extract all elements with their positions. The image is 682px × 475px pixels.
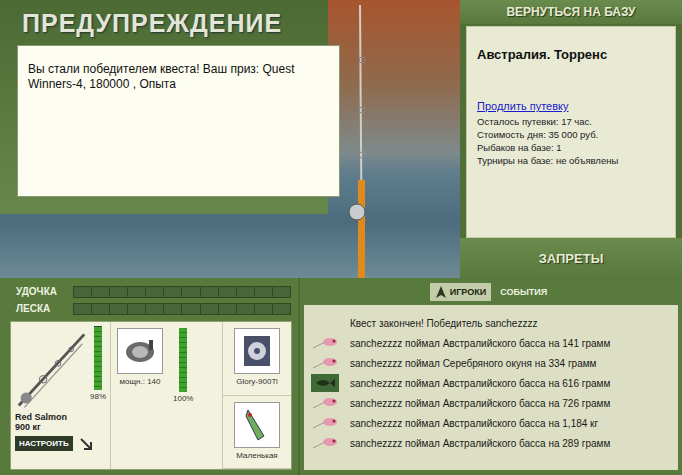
gauge-segment (92, 287, 109, 297)
lure-icon (311, 336, 339, 350)
lure-icon (238, 406, 276, 444)
gauge-segment (146, 287, 163, 297)
lure-icon (311, 436, 339, 450)
event-row: sanchezzzz поймал Австралийского басса н… (310, 433, 672, 453)
line-name: Glory-900Ti (236, 377, 278, 386)
reel-icon (121, 332, 159, 370)
rod-load: 900 кг (15, 422, 106, 432)
gauge-segment (74, 287, 91, 297)
tackle-area: 98% Red Salmon900 кг НАСТРОИТЬ мощн.: 140 10… (10, 321, 292, 470)
rod-icon (15, 326, 88, 412)
gauge-segment (164, 304, 181, 314)
reel-thumb[interactable] (117, 328, 163, 374)
gauge-segment (201, 304, 218, 314)
base-info-line: Стоимость дня: 35 000 руб. (477, 128, 665, 141)
gauge-segment (146, 304, 163, 314)
gauge-segment (201, 287, 218, 297)
gauge-bar (73, 286, 291, 298)
lure-icon (311, 416, 339, 430)
event-row: sanchezzzz поймал Австралийского басса н… (310, 393, 672, 413)
rod-name: Red Salmon (15, 412, 106, 422)
gauge-segment (182, 304, 199, 314)
bans-button[interactable]: ЗАПРЕТЫ (460, 238, 682, 278)
event-text: sanchezzzz поймал Австралийского басса н… (350, 418, 598, 429)
rod-level-bar (94, 326, 102, 390)
warning-panel: ПРЕДУПРЕЖДЕНИЕ Вы стали победителем квест… (0, 0, 328, 214)
log-tab[interactable]: СОБЫТИЯ (495, 285, 552, 299)
gauge-segment (128, 304, 145, 314)
lure-icon (311, 396, 339, 410)
return-to-base-button[interactable]: ВЕРНУТЬСЯ НА БАЗУ (460, 0, 682, 24)
game-screen: ПРЕДУПРЕЖДЕНИЕ Вы стали победителем квест… (0, 0, 682, 475)
extend-link[interactable]: Продлить путевку (477, 100, 665, 112)
line-spool-icon (238, 332, 276, 370)
log-panel: ИГРОКИ СОБЫТИЯ Квест закончен! Победитель … (300, 278, 682, 475)
gauge-segment (219, 304, 236, 314)
log-tab[interactable]: ИГРОКИ (430, 283, 491, 301)
selected-arrow-icon (435, 285, 447, 299)
gauge-segment (110, 304, 127, 314)
reel-power: мощн.: 140 (120, 377, 161, 386)
base-info-line: Рыбаков на базе: 1 (477, 141, 665, 154)
base-info: Австралия. Торренс Продлить путевку Остало… (466, 26, 676, 238)
event-row: sanchezzzz поймал Австралийского басса н… (310, 413, 672, 433)
gear-panel: УДОЧКА ЛЕСКА 98% Red Salmon900 кг НАСТРОИТЬ м… (0, 278, 298, 475)
lure-slot: Маленькая (223, 396, 291, 470)
gauge-segment (219, 287, 236, 297)
gauge-segment (110, 287, 127, 297)
base-location: Австралия. Торренс (477, 47, 665, 62)
gauge-segment (273, 287, 290, 297)
event-row: sanchezzzz поймал Австралийского басса н… (310, 373, 672, 393)
event-list: Квест закончен! Победитель sanchezzzz san… (304, 305, 678, 470)
gauge-segment (74, 304, 91, 314)
event-text: sanchezzzz поймал Серебряного окуня на 3… (350, 358, 596, 369)
gauge-segment (164, 287, 181, 297)
lure-icon (311, 356, 339, 370)
gauge-row: ЛЕСКА (0, 300, 298, 317)
scene-photo: ПРЕДУПРЕЖДЕНИЕ Вы стали победителем квест… (0, 0, 460, 278)
gauge-segment (128, 287, 145, 297)
event-text: Квест закончен! Победитель sanchezzzz (350, 318, 537, 329)
reel-level-bar (179, 328, 187, 392)
warning-message-box: Вы стали победителем квеста! Ваш приз: Q… (17, 45, 340, 197)
gauge-segment (237, 304, 254, 314)
event-text: sanchezzzz поймал Австралийского басса н… (350, 438, 610, 449)
event-text: sanchezzzz поймал Австралийского басса н… (350, 378, 610, 389)
gauge-segment (255, 287, 272, 297)
warning-message: Вы стали победителем квеста! Ваш приз: Q… (28, 62, 329, 92)
rod-reading: 98% (90, 392, 106, 401)
line-slot: Glory-900Ti (223, 322, 291, 396)
event-row: Квест закончен! Победитель sanchezzzz (310, 313, 672, 333)
event-text: sanchezzzz поймал Австралийского басса н… (350, 398, 610, 409)
lure-name: Маленькая (236, 451, 277, 460)
warning-title: ПРЕДУПРЕЖДЕНИЕ (0, 8, 328, 38)
gauge-row: УДОЧКА (0, 283, 298, 300)
gauge-bar (73, 303, 291, 315)
gauge-label: ЛЕСКА (0, 303, 73, 314)
event-row: sanchezzzz поймал Австралийского басса н… (310, 333, 672, 353)
expand-arrow-icon[interactable] (79, 437, 93, 451)
lure-thumb[interactable] (234, 402, 280, 448)
gauge-segment (273, 304, 290, 314)
gauge-segment (255, 304, 272, 314)
reel-reading: 100% (173, 394, 193, 403)
gauge-segment (92, 304, 109, 314)
fishing-rod-icon (340, 0, 380, 278)
base-info-line: Осталось путевки: 17 час. (477, 115, 665, 128)
line-thumb[interactable] (234, 328, 280, 374)
setup-button[interactable]: НАСТРОИТЬ (15, 436, 73, 451)
rod-slot: 98% Red Salmon900 кг НАСТРОИТЬ (11, 322, 111, 469)
gauge-segment (237, 287, 254, 297)
event-row: sanchezzzz поймал Серебряного окуня на 3… (310, 353, 672, 373)
base-info-line: Турниры на базе: не объявлены (477, 154, 665, 167)
gauge-segment (182, 287, 199, 297)
fish-icon (311, 374, 339, 392)
gauge-label: УДОЧКА (0, 286, 73, 297)
reel-slot: мощн.: 140 100% (111, 322, 223, 469)
event-text: sanchezzzz поймал Австралийского басса н… (350, 338, 610, 349)
